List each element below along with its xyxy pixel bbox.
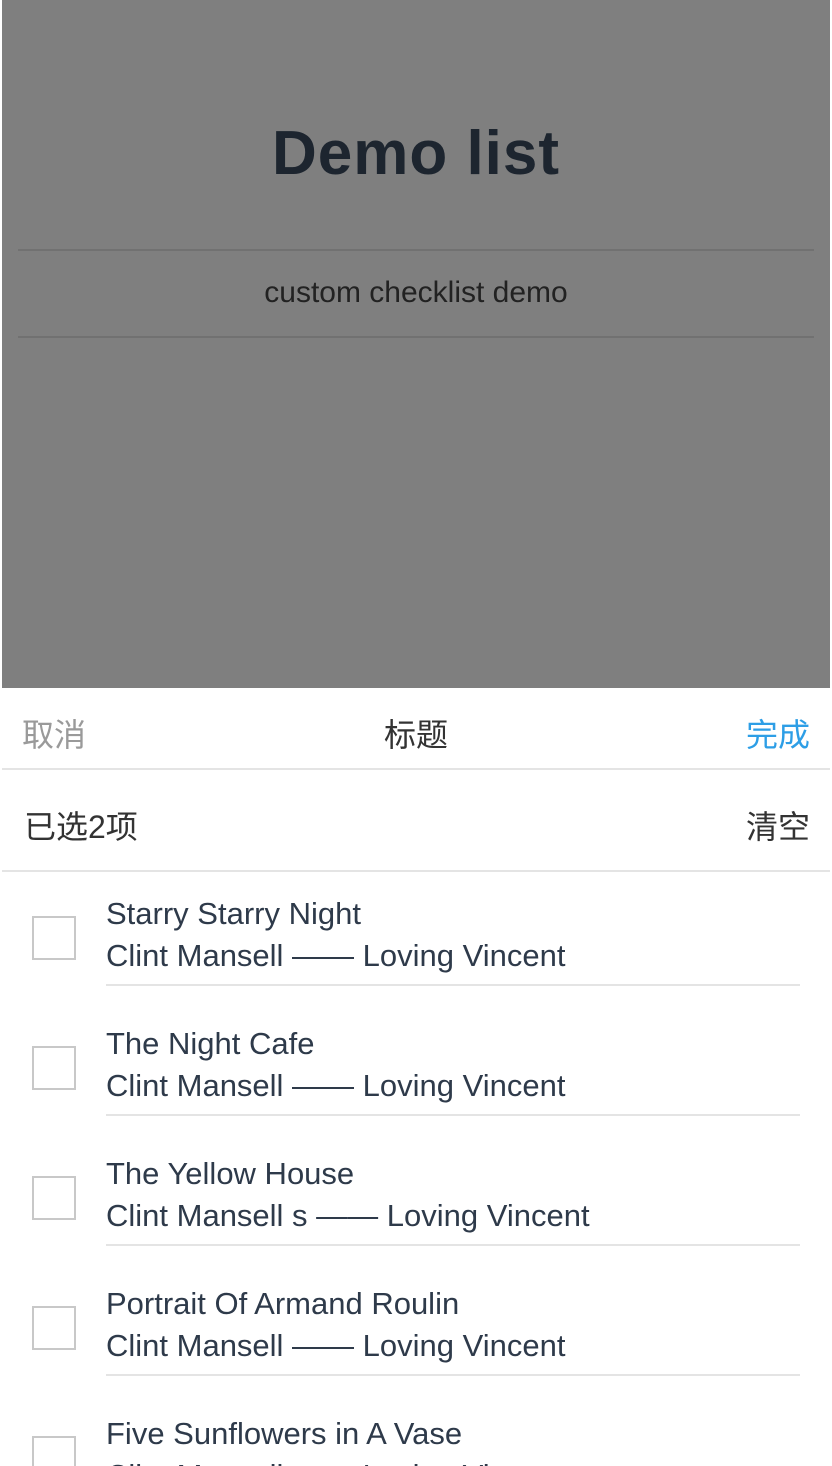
selection-summary-bar: 已选2项 清空 xyxy=(2,770,830,872)
clear-button[interactable]: 清空 xyxy=(746,802,810,848)
item-title: Portrait Of Armand Roulin xyxy=(106,1286,460,1321)
list-item[interactable]: The Night Cafe Clint Mansell —— Loving V… xyxy=(2,1002,830,1132)
item-subtitle: Clint Mansell —— Loving Vincent xyxy=(106,938,566,973)
list-item-content: Five Sunflowers in A Vase Clint Mansell … xyxy=(106,1414,800,1466)
item-subtitle: Clint Mansell —— Loving Vincent xyxy=(106,1328,566,1363)
checklist-bottom-sheet: 取消 标题 完成 已选2项 清空 Starry Starry Night Cli… xyxy=(2,688,830,1466)
item-subtitle: Clint Mansell s —— Loving Vincent xyxy=(106,1198,590,1233)
list-item[interactable]: Portrait Of Armand Roulin Clint Mansell … xyxy=(2,1262,830,1392)
list-item-content: The Night Cafe Clint Mansell —— Loving V… xyxy=(106,1024,800,1116)
list-item[interactable]: Starry Starry Night Clint Mansell —— Lov… xyxy=(2,872,830,1002)
checkbox[interactable] xyxy=(32,1176,76,1220)
item-title: The Yellow House xyxy=(106,1156,355,1191)
done-button[interactable]: 完成 xyxy=(746,710,810,756)
list-item-content: The Yellow House Clint Mansell s —— Lovi… xyxy=(106,1154,800,1246)
sheet-header: 取消 标题 完成 xyxy=(2,688,830,770)
list-item[interactable]: The Yellow House Clint Mansell s —— Lovi… xyxy=(2,1132,830,1262)
item-subtitle: Clint Mansell —— Loving Vincent xyxy=(106,1454,800,1466)
list-item-content: Starry Starry Night Clint Mansell —— Lov… xyxy=(106,894,800,986)
checkbox[interactable] xyxy=(32,916,76,960)
checklist: Starry Starry Night Clint Mansell —— Lov… xyxy=(2,872,830,1466)
sheet-title: 标题 xyxy=(383,717,448,753)
item-title: Five Sunflowers in A Vase xyxy=(106,1416,463,1451)
selected-count-text: 已选2项 xyxy=(24,809,138,845)
list-item[interactable]: Five Sunflowers in A Vase Clint Mansell … xyxy=(2,1392,830,1466)
page: Demo list custom checklist demo 取消 标题 完成… xyxy=(0,0,832,1466)
checkbox[interactable] xyxy=(32,1306,76,1350)
list-item-content: Portrait Of Armand Roulin Clint Mansell … xyxy=(106,1284,800,1376)
item-title: The Night Cafe xyxy=(106,1026,315,1061)
checkbox[interactable] xyxy=(32,1046,76,1090)
item-title: Starry Starry Night xyxy=(106,896,361,931)
checkbox[interactable] xyxy=(32,1436,76,1466)
item-subtitle: Clint Mansell —— Loving Vincent xyxy=(106,1068,566,1103)
